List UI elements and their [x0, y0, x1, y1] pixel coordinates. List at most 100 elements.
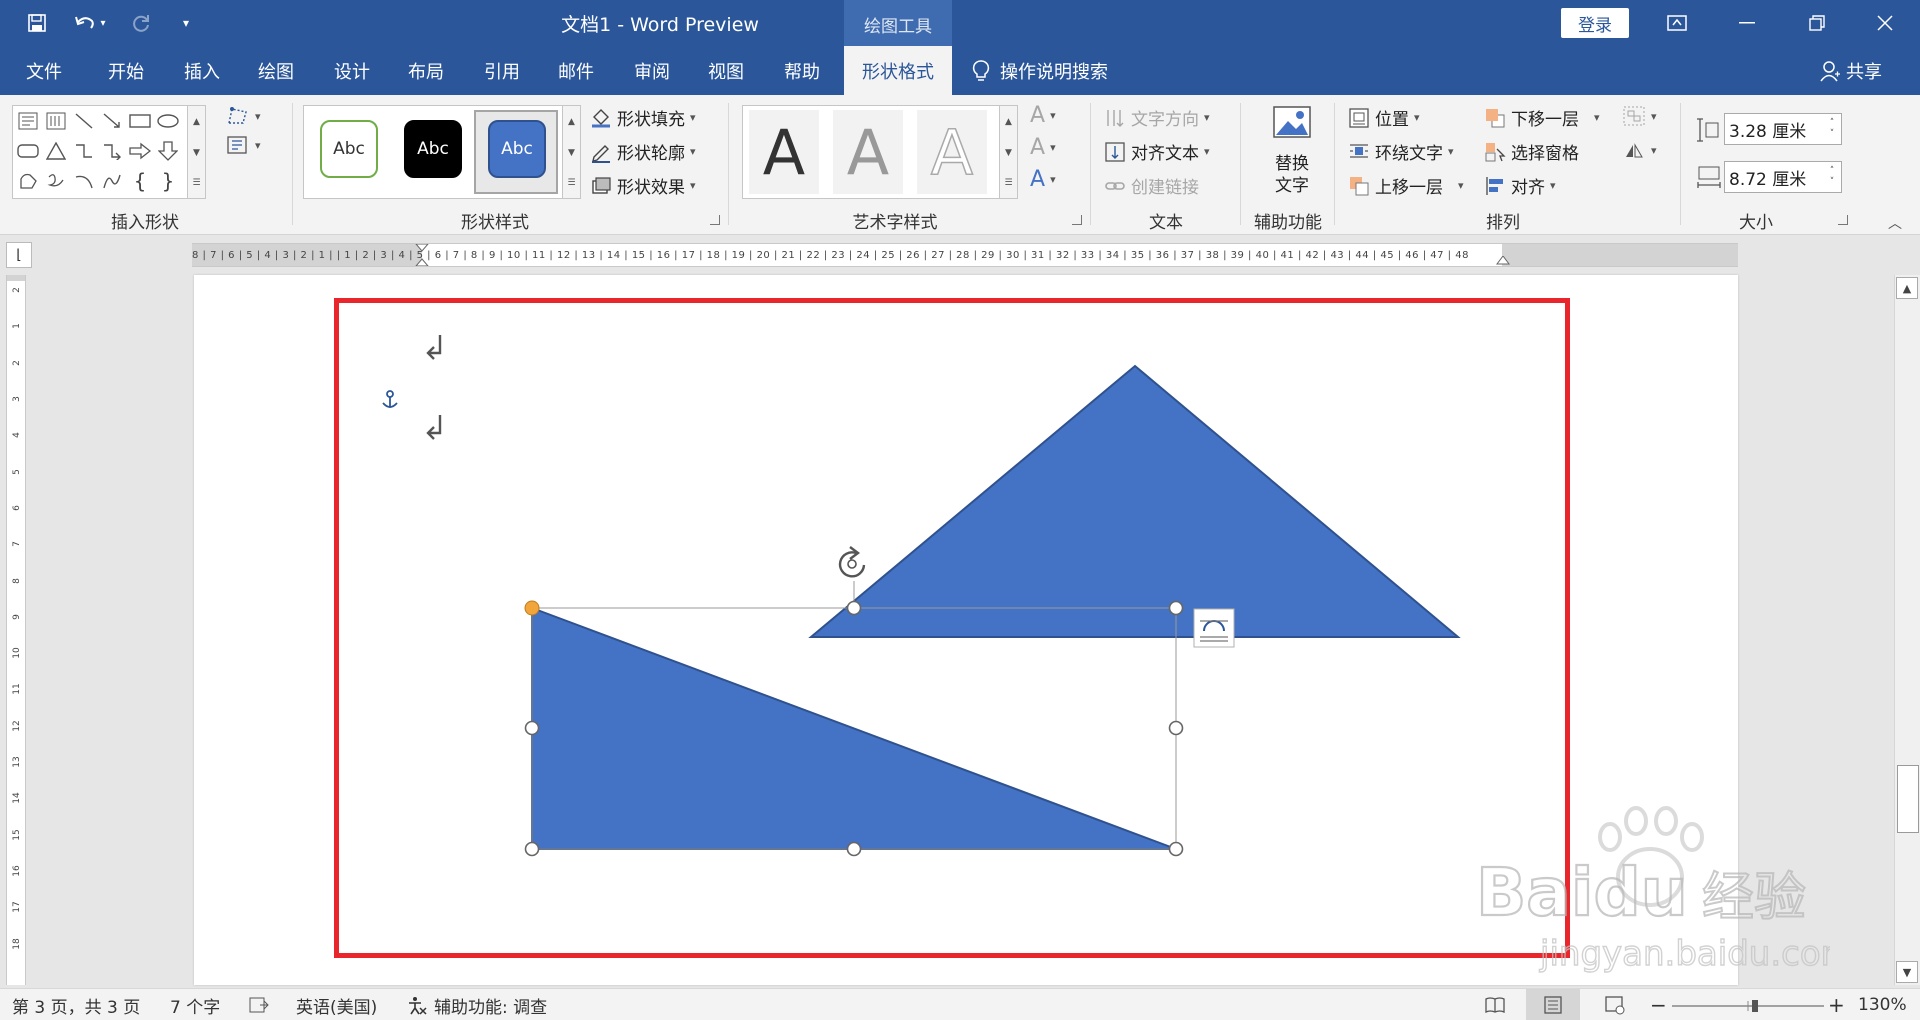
curve-shape-icon[interactable] — [99, 168, 125, 194]
scribble-shape-icon[interactable] — [43, 168, 69, 194]
document-page[interactable] — [194, 275, 1738, 985]
tab-references[interactable]: 引用 — [484, 46, 520, 95]
zoom-slider[interactable] — [1672, 999, 1824, 1013]
shape-styles-launcher-icon[interactable] — [710, 215, 720, 225]
shape-width-input[interactable]: 8.72 厘米 ˄ ˅ — [1724, 161, 1842, 193]
large-triangle-shape[interactable] — [808, 364, 1461, 638]
right-indent-marker-icon[interactable] — [1496, 256, 1510, 267]
style-gallery-more-icon[interactable]: ☰ — [562, 168, 580, 198]
triangle-shape-icon[interactable] — [43, 138, 69, 164]
tab-selector-icon[interactable]: ⌊ — [6, 242, 32, 268]
vertical-ruler[interactable]: 2 1 2 3 4 5 6 7 8 9 10 11 12 13 14 15 16 17 18 — [6, 275, 26, 985]
wordart-style-outline[interactable]: A — [917, 110, 987, 194]
zoom-in-icon[interactable]: + — [1828, 989, 1845, 1020]
right-brace-shape-icon[interactable]: } — [155, 168, 181, 194]
shape-gallery-up-icon[interactable]: ▲ — [187, 106, 205, 137]
tab-draw[interactable]: 绘图 — [258, 46, 294, 95]
resize-handle[interactable] — [1168, 720, 1184, 736]
zoom-out-icon[interactable]: − — [1650, 989, 1667, 1020]
freeform-shape-icon[interactable] — [15, 168, 41, 194]
style-gallery-down-icon[interactable]: ▼ — [562, 137, 580, 168]
web-layout-icon[interactable] — [1604, 989, 1626, 1020]
elbow-arrow-connector-shape-icon[interactable] — [99, 138, 125, 164]
shape-width-spinner[interactable]: ˄ ˅ — [1825, 163, 1839, 191]
layout-options-icon[interactable] — [1193, 608, 1235, 648]
tab-view[interactable]: 视图 — [708, 46, 744, 95]
shape-gallery[interactable]: { } ▲ ▼ ☰ — [12, 105, 206, 199]
tab-mailings[interactable]: 邮件 — [558, 46, 594, 95]
shape-effects-button[interactable]: 形状效果 ▾ — [590, 173, 696, 198]
resize-handle[interactable] — [524, 841, 540, 857]
resize-handle[interactable] — [1168, 841, 1184, 857]
zoom-slider-thumb[interactable] — [1752, 1000, 1758, 1012]
oval-shape-icon[interactable] — [155, 108, 181, 134]
size-launcher-icon[interactable] — [1838, 215, 1848, 225]
right-triangle-shape[interactable] — [531, 606, 1177, 850]
collapse-ribbon-icon[interactable]: ︿ — [1888, 213, 1902, 233]
shape-style-gallery[interactable]: Abc Abc Abc ▲ ▼ ☰ — [303, 105, 581, 199]
vertex-handle[interactable] — [524, 600, 540, 616]
read-mode-icon[interactable] — [1484, 989, 1506, 1020]
arrow-line-shape-icon[interactable] — [99, 108, 125, 134]
scroll-thumb[interactable] — [1897, 765, 1919, 833]
tab-insert[interactable]: 插入 — [184, 46, 220, 95]
zoom-level[interactable]: 130% — [1858, 989, 1907, 1020]
login-button[interactable]: 登录 — [1561, 8, 1629, 38]
line-shape-icon[interactable] — [71, 108, 97, 134]
elbow-connector-shape-icon[interactable] — [71, 138, 97, 164]
print-layout-icon[interactable] — [1526, 989, 1580, 1020]
shape-outline-button[interactable]: 形状轮廓 ▾ — [590, 139, 696, 164]
style-swatch-green-outline[interactable]: Abc — [320, 120, 378, 178]
alt-text-button[interactable]: 替换 文字 — [1254, 103, 1330, 203]
selection-pane-button[interactable]: 选择窗格 — [1484, 139, 1579, 164]
wordart-launcher-icon[interactable] — [1072, 215, 1082, 225]
tab-review[interactable]: 审阅 — [634, 46, 670, 95]
resize-handle[interactable] — [524, 720, 540, 736]
shape-gallery-down-icon[interactable]: ▼ — [187, 137, 205, 168]
scroll-down-icon[interactable]: ▼ — [1896, 961, 1918, 983]
textbox-shape-icon[interactable] — [15, 108, 41, 134]
wordart-gallery-up-icon[interactable]: ▲ — [999, 106, 1017, 137]
wordart-gallery[interactable]: A A A ▲ ▼ ☰ — [742, 105, 1018, 199]
vertical-textbox-shape-icon[interactable] — [43, 108, 69, 134]
style-swatch-blue[interactable]: Abc — [488, 120, 546, 178]
undo-dropdown-icon[interactable]: ▾ — [100, 18, 105, 29]
tab-shape-format[interactable]: 形状格式 — [844, 46, 952, 95]
rotate-handle-icon[interactable] — [838, 546, 866, 578]
style-gallery-up-icon[interactable]: ▲ — [562, 106, 580, 137]
language-indicator[interactable]: 英语(美国) — [296, 989, 377, 1020]
close-icon[interactable] — [1852, 0, 1918, 46]
restore-icon[interactable] — [1784, 0, 1850, 46]
customize-qat-icon[interactable]: ▾ — [176, 11, 196, 35]
wordart-style-gray[interactable]: A — [833, 110, 903, 194]
wordart-gallery-more-icon[interactable]: ☰ — [999, 168, 1017, 198]
tell-me-search[interactable]: 操作说明搜索 — [972, 46, 1108, 95]
align-text-button[interactable]: 对齐文本 ▾ — [1104, 139, 1210, 164]
scroll-up-icon[interactable]: ▲ — [1896, 277, 1918, 299]
word-count[interactable]: 7 个字 — [170, 989, 220, 1020]
vertical-scrollbar[interactable]: ▲ ▼ — [1894, 275, 1920, 985]
horizontal-ruler[interactable]: 8 | 7 | 6 | 5 | 4 | 3 | 2 | 1 | | 1 | 2 … — [192, 243, 1738, 267]
shape-gallery-more-icon[interactable]: ☰ — [187, 168, 205, 198]
minimize-icon[interactable] — [1714, 0, 1780, 46]
accessibility-checker[interactable]: 辅助功能: 调查 — [406, 989, 547, 1020]
tab-design[interactable]: 设计 — [334, 46, 370, 95]
shape-height-spinner[interactable]: ˄ ˅ — [1825, 115, 1839, 143]
proofing-icon[interactable] — [248, 989, 270, 1020]
tab-layout[interactable]: 布局 — [408, 46, 444, 95]
ribbon-display-options-icon[interactable] — [1644, 0, 1710, 46]
resize-handle[interactable] — [846, 600, 862, 616]
down-arrow-shape-icon[interactable] — [155, 138, 181, 164]
shape-fill-button[interactable]: 形状填充 ▾ — [590, 105, 696, 130]
left-brace-shape-icon[interactable]: { — [127, 168, 153, 194]
edit-shape-button[interactable]: ▾ — [226, 105, 261, 127]
resize-handle[interactable] — [1168, 600, 1184, 616]
align-objects-button[interactable]: 对齐 ▾ — [1484, 173, 1556, 198]
page-count[interactable]: 第 3 页，共 3 页 — [12, 989, 140, 1020]
tab-home[interactable]: 开始 — [108, 46, 144, 95]
indent-marker-icon[interactable] — [414, 244, 430, 267]
tab-file[interactable]: 文件 — [26, 46, 62, 95]
arc-shape-icon[interactable] — [71, 168, 97, 194]
rectangle-shape-icon[interactable] — [127, 108, 153, 134]
text-effects-icon[interactable]: A ▾ — [1030, 167, 1056, 192]
